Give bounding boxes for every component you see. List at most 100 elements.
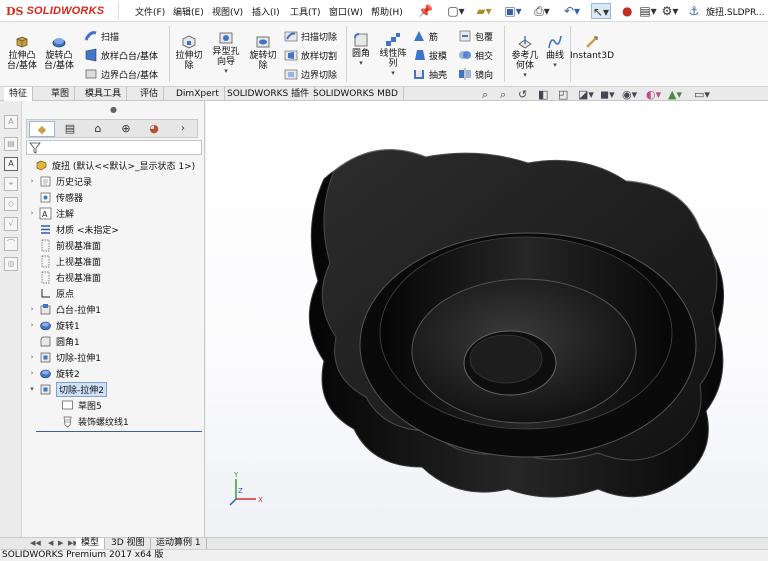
display-style-icon[interactable]: ◼▾ [600, 89, 615, 101]
tree-item[interactable]: › A 注解 [28, 205, 74, 221]
sweep-button[interactable]: 扫描 [84, 28, 119, 44]
property-manager-tab-icon[interactable]: ▤ [57, 121, 83, 137]
wrap-button[interactable]: 包覆 [458, 28, 493, 44]
zoom-to-fit-icon[interactable]: ⌕ [482, 89, 488, 101]
chevron-right-icon[interactable]: › [171, 121, 195, 137]
chevron-down-icon[interactable]: ▾ [359, 59, 363, 67]
collapse-handle-icon[interactable]: ● [110, 105, 117, 114]
tab-solidworks-mbd[interactable]: SOLIDWORKS MBD [308, 87, 404, 101]
tab-3d-views[interactable]: 3D 视图 [106, 538, 151, 549]
zoom-to-area-icon[interactable]: ⌕ [500, 89, 506, 101]
first-tab-icon[interactable]: ◀◀ [30, 538, 41, 549]
reference-geometry-button[interactable]: 参考几 何体 ▾ [508, 34, 542, 79]
tab-mold-tools[interactable]: 模具工具 [80, 87, 128, 101]
chevron-down-icon[interactable]: ▾ [224, 67, 228, 75]
menu-edit[interactable]: 编辑(E) [173, 5, 204, 18]
tree-item[interactable]: › 旋转2 [28, 365, 80, 381]
expand-arrow-icon[interactable]: › [28, 209, 36, 217]
expand-arrow-icon[interactable]: › [28, 321, 36, 329]
fillet-button[interactable]: 圆角 ▾ [348, 32, 374, 67]
tab-features[interactable]: 特征 [4, 87, 34, 101]
tree-item[interactable]: 装饰螺纹线1 [50, 413, 129, 429]
undo-icon[interactable]: ↶▾ [562, 3, 582, 19]
instant3d-button[interactable]: Instant3D [570, 34, 614, 61]
rail-weld-icon[interactable]: ⌒ [4, 237, 18, 251]
tab-evaluate[interactable]: 评估 [135, 87, 165, 101]
tab-motion-study-1[interactable]: 运动算例 1 [151, 538, 207, 549]
knob-model[interactable] [206, 101, 768, 537]
rebuild-icon[interactable]: ● [622, 3, 632, 19]
chevron-down-icon[interactable]: ▾ [523, 71, 527, 79]
tab-sketch[interactable]: 草图 [46, 87, 76, 101]
feature-tree-tab-icon[interactable]: ◆ [29, 121, 55, 137]
boundary-cut-button[interactable]: 边界切除 [284, 66, 337, 82]
loft-cut-button[interactable]: 放样切割 [284, 47, 337, 63]
previous-view-icon[interactable]: ↺ [518, 89, 527, 101]
new-document-icon[interactable]: ▢▾ [446, 3, 466, 19]
rail-geometric-tolerance-icon[interactable]: ◇ [4, 197, 18, 211]
linear-pattern-button[interactable]: 线性阵 列 ▾ [376, 32, 410, 77]
tree-item[interactable]: 前视基准面 [28, 237, 101, 253]
tree-item[interactable]: › 旋转1 [28, 317, 80, 333]
apply-scene-icon[interactable]: ▲▾ [668, 89, 682, 101]
rail-measure-icon[interactable]: ▤ [4, 137, 18, 151]
tree-item[interactable]: › 历史记录 [28, 173, 92, 189]
edit-appearance-icon[interactable]: ◐▾ [646, 89, 661, 101]
hole-wizard-button[interactable]: 异型孔 向导 ▾ [208, 30, 244, 75]
rail-surface-finish-icon[interactable]: √ [4, 217, 18, 231]
menu-help[interactable]: 帮助(H) [371, 5, 403, 18]
sweep-cut-button[interactable]: 扫描切除 [284, 28, 337, 44]
tree-root-part[interactable]: 旋扭 (默认<<默认>_显示状态 1>) [24, 157, 195, 173]
menu-tools[interactable]: 工具(T) [290, 5, 321, 18]
tree-item[interactable]: 原点 [28, 285, 74, 301]
menu-window[interactable]: 窗口(W) [329, 5, 363, 18]
curves-button[interactable]: 曲线 ▾ [542, 34, 568, 69]
rib-button[interactable]: 筋 [412, 28, 438, 44]
expand-arrow-icon[interactable]: › [28, 177, 36, 185]
expand-arrow-icon[interactable]: ▾ [28, 385, 36, 393]
tree-item[interactable]: 材质 <未指定> [28, 221, 119, 237]
solidworks-logo[interactable]: DS SOLIDWORKS [6, 3, 104, 19]
next-tab-icon[interactable]: ▶ [58, 538, 63, 549]
tree-item[interactable]: 草图5 [50, 397, 102, 413]
open-folder-icon[interactable]: ▰▾ [474, 3, 494, 19]
chevron-down-icon[interactable]: ▾ [391, 69, 395, 77]
menu-file[interactable]: 文件(F) [135, 5, 165, 18]
revolve-cut-button[interactable]: 旋转切 除 [246, 34, 280, 71]
tree-item[interactable]: 上视基准面 [28, 253, 101, 269]
tree-item[interactable]: 传感器 [28, 189, 83, 205]
options-gear-icon[interactable]: ⚙▾ [660, 3, 680, 19]
tab-solidworks-addins[interactable]: SOLIDWORKS 插件 [222, 87, 316, 101]
prev-tab-icon[interactable]: ◀ [48, 538, 53, 549]
rail-datum-icon[interactable]: ⌖ [4, 177, 18, 191]
expand-arrow-icon[interactable]: › [28, 305, 36, 313]
tree-item[interactable]: ▾ 切除-拉伸2 [28, 381, 107, 397]
pin-icon[interactable]: 📌 [418, 3, 433, 19]
draft-button[interactable]: 拔模 [412, 47, 447, 63]
graphics-area[interactable]: Y Z X [206, 101, 768, 537]
tree-item[interactable]: 圆角1 [28, 333, 80, 349]
anchor-icon[interactable]: ⚓ [688, 3, 700, 19]
rail-hole-callout-icon[interactable]: ◎ [4, 257, 18, 271]
extrude-boss-button[interactable]: 拉伸凸 台/基体 [6, 34, 38, 71]
dynamic-annotation-icon[interactable]: ◰ [558, 89, 568, 101]
menu-insert[interactable]: 插入(I) [252, 5, 280, 18]
rollback-bar[interactable] [36, 431, 202, 432]
display-manager-tab-icon[interactable]: ◕ [141, 121, 167, 137]
view-settings-icon[interactable]: ▭▾ [694, 89, 710, 101]
tree-item[interactable]: › 凸台-拉伸1 [28, 301, 101, 317]
save-icon[interactable]: ▣▾ [503, 3, 523, 19]
expand-arrow-icon[interactable]: › [28, 369, 36, 377]
shell-button[interactable]: 抽壳 [412, 66, 447, 82]
mirror-button[interactable]: 镜向 [458, 66, 493, 82]
file-properties-icon[interactable]: ▤▾ [638, 3, 658, 19]
rail-note-icon[interactable]: A [4, 157, 18, 171]
section-view-icon[interactable]: ◧ [538, 89, 548, 101]
intersect-button[interactable]: 相交 [458, 47, 493, 63]
chevron-down-icon[interactable]: ▾ [553, 61, 557, 69]
boundary-boss-button[interactable]: 边界凸台/基体 [84, 66, 158, 82]
loft-boss-button[interactable]: 放样凸台/基体 [84, 47, 158, 63]
dimxpert-manager-tab-icon[interactable]: ⊕ [113, 121, 139, 137]
hide-show-items-icon[interactable]: ◉▾ [622, 89, 637, 101]
extrude-cut-button[interactable]: 拉伸切 除 [172, 34, 206, 71]
